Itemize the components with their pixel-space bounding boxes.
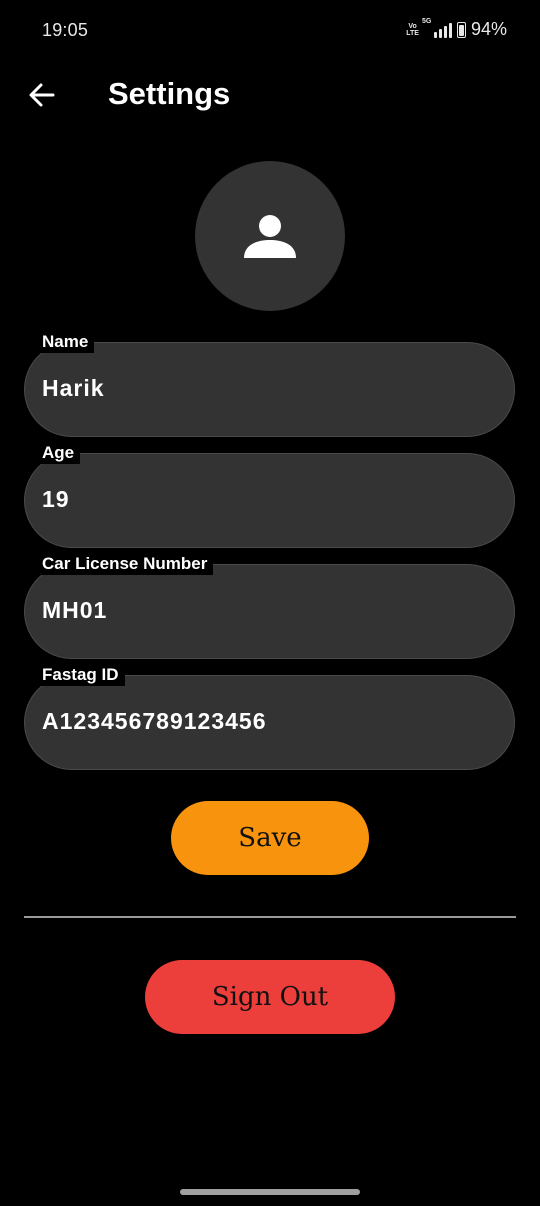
battery-percent: 94%	[470, 19, 507, 39]
save-button[interactable]: Save	[171, 801, 369, 875]
age-field[interactable]: Age	[24, 442, 515, 548]
license-label: Car License Number	[36, 553, 214, 575]
back-button[interactable]	[24, 77, 60, 113]
page-title: Settings	[108, 76, 231, 111]
status-time: 19:05	[42, 20, 89, 40]
name-input[interactable]	[42, 375, 482, 402]
signal-icon: 5G	[422, 18, 452, 38]
avatar[interactable]	[195, 161, 345, 311]
name-field[interactable]: Name	[24, 331, 515, 437]
fastag-field[interactable]: Fastag ID	[24, 664, 515, 770]
person-icon	[244, 215, 296, 258]
license-field[interactable]: Car License Number	[24, 553, 515, 659]
battery-icon	[456, 21, 466, 38]
app-bar: Settings	[0, 62, 540, 128]
status-icons: Vo LTE 5G 94%	[406, 18, 507, 40]
sign-out-button[interactable]: Sign Out	[145, 960, 395, 1034]
status-bar: 19:05 Vo LTE 5G 94%	[0, 0, 540, 62]
home-indicator[interactable]	[180, 1189, 360, 1195]
arrow-left-icon	[29, 83, 55, 107]
age-input[interactable]	[42, 486, 482, 513]
volte-icon: Vo LTE	[406, 22, 419, 37]
fastag-input[interactable]	[42, 708, 482, 735]
network-type: 5G	[421, 17, 432, 25]
fastag-label: Fastag ID	[36, 664, 125, 686]
age-label: Age	[36, 442, 81, 464]
divider	[24, 916, 516, 918]
name-label: Name	[36, 331, 95, 353]
license-input[interactable]	[42, 597, 482, 624]
